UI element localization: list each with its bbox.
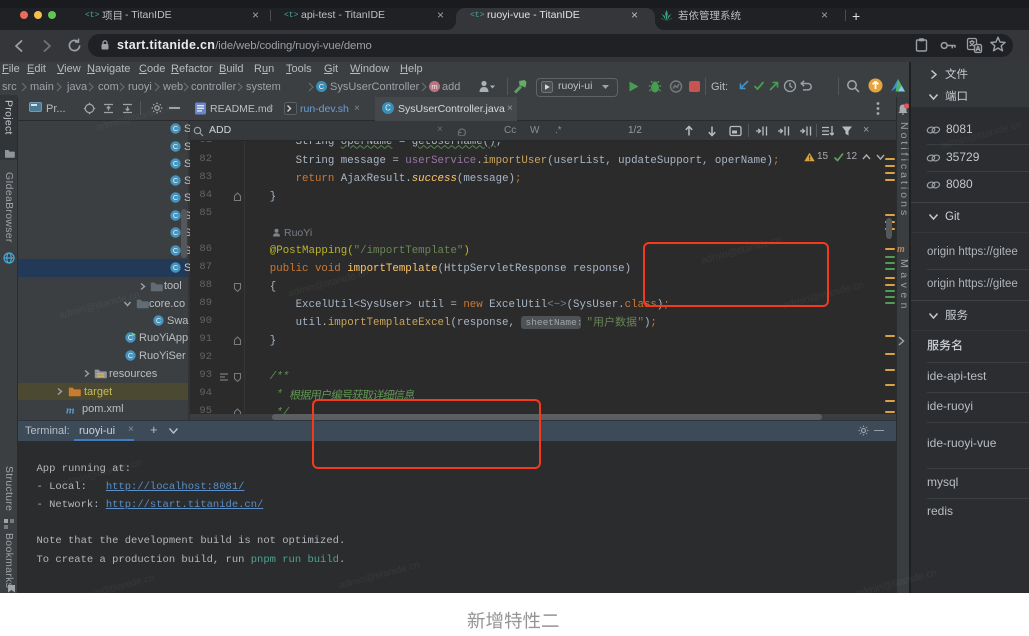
svg-text:C: C [319,82,325,91]
svg-text:C: C [173,228,178,237]
svg-text:m: m [431,82,437,91]
svg-text:C: C [173,124,178,133]
svg-text:C: C [385,104,391,113]
svg-text:m: m [66,404,75,415]
svg-text:m: m [897,244,905,254]
svg-text:C: C [173,193,178,202]
svg-text:C: C [173,263,178,272]
svg-text:C: C [128,351,133,360]
svg-text:C: C [173,211,178,220]
svg-text:C: C [173,159,178,168]
svg-text:C: C [173,176,178,185]
svg-text:C: C [156,316,161,325]
svg-text:C: C [173,142,178,151]
svg-text:C: C [173,246,178,255]
